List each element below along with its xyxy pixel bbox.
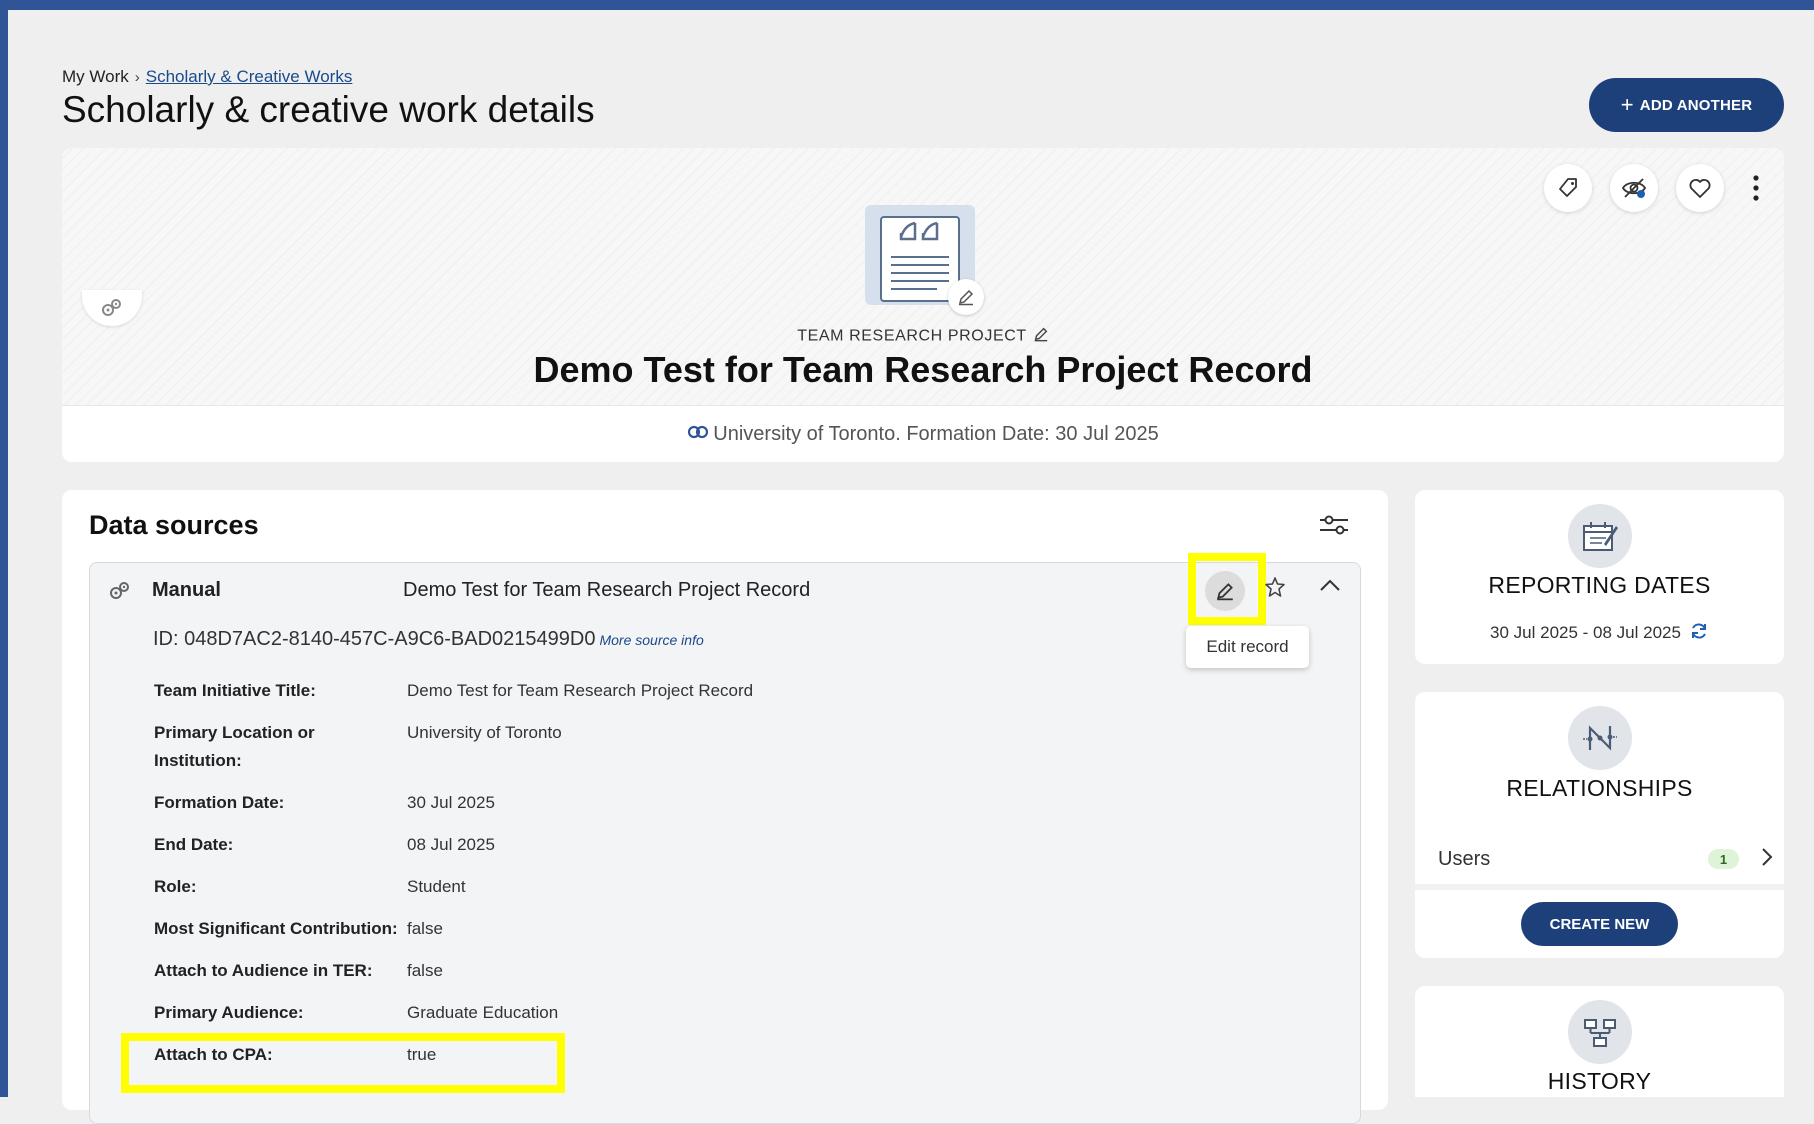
field-value: University of Toronto — [407, 723, 562, 742]
reporting-dates-card: REPORTING DATES 30 Jul 2025 - 08 Jul 202… — [1415, 490, 1784, 664]
partnership-icon — [687, 423, 709, 446]
record-summary-card: TEAM RESEARCH PROJECT Demo Test for Team… — [62, 148, 1784, 462]
source-id: ID: 048D7AC2-8140-457C-A9C6-BAD0215499D0… — [153, 628, 704, 651]
calendar-pencil-icon — [1568, 504, 1632, 568]
field-row: Primary Location or Institution: Univers… — [154, 719, 562, 775]
record-meta: University of Toronto. Formation Date: 3… — [62, 423, 1784, 446]
breadcrumb-root[interactable]: My Work — [62, 67, 129, 87]
field-row: Formation Date: 30 Jul 2025 — [154, 789, 495, 817]
create-new-button[interactable]: CREATE NEW — [1521, 902, 1678, 946]
users-label: Users — [1438, 847, 1491, 870]
plus-icon: + — [1620, 92, 1634, 117]
field-row: End Date: 08 Jul 2025 — [154, 831, 495, 859]
hide-visibility-icon[interactable] — [1610, 164, 1658, 212]
field-row: Primary Audience: Graduate Education — [154, 999, 558, 1027]
field-label: Attach to Audience in TER: — [154, 961, 373, 980]
chevron-up-icon[interactable] — [1318, 577, 1342, 598]
add-another-label: ADD ANOTHER — [1639, 96, 1753, 114]
field-label: Most Significant Contribution: — [154, 919, 398, 938]
divider — [1415, 884, 1784, 890]
attach-to-cpa-highlight — [121, 1033, 565, 1093]
reporting-dates-range: 30 Jul 2025 - 08 Jul 2025 — [1415, 621, 1784, 646]
field-label: End Date: — [154, 835, 234, 854]
refresh-icon[interactable] — [1689, 621, 1709, 646]
data-sources-card: Data sources Manual Demo Test for Team R… — [62, 490, 1388, 1124]
edit-type-pencil-icon[interactable] — [1033, 326, 1049, 347]
field-label: Primary Location or Institution: — [154, 723, 315, 770]
chevron-right-icon: › — [134, 68, 140, 86]
field-value: Graduate Education — [407, 1003, 559, 1022]
page-title: Scholarly & creative work details — [62, 89, 595, 130]
history-title: HISTORY — [1547, 1068, 1652, 1094]
field-value: 08 Jul 2025 — [407, 835, 495, 854]
edit-button-highlight — [1188, 553, 1266, 625]
star-icon[interactable] — [1264, 575, 1286, 604]
relationship-network-icon — [1568, 706, 1632, 770]
add-another-button[interactable]: + ADD ANOTHER — [1589, 78, 1784, 132]
relationships-title: RELATIONSHIPS — [1506, 775, 1693, 801]
field-row: Team Initiative Title: Demo Test for Tea… — [154, 677, 753, 705]
window-border-left — [0, 0, 8, 1097]
history-tree-icon — [1568, 1000, 1632, 1064]
edit-image-pencil-icon[interactable] — [948, 279, 984, 315]
field-row: Most Significant Contribution: false — [154, 915, 443, 943]
hero-actions — [1544, 164, 1770, 212]
field-label: Team Initiative Title: — [154, 681, 316, 700]
source-id-text: ID: 048D7AC2-8140-457C-A9C6-BAD0215499D0 — [153, 628, 596, 650]
window-border-top — [0, 0, 1814, 10]
record-type-label: TEAM RESEARCH PROJECT — [797, 327, 1027, 345]
breadcrumb: My Work › Scholarly & Creative Works — [62, 67, 352, 87]
field-value: false — [407, 919, 443, 938]
source-name: Manual — [152, 579, 221, 601]
field-value: 30 Jul 2025 — [407, 793, 495, 812]
breadcrumb-current-link[interactable]: Scholarly & Creative Works — [146, 67, 353, 87]
record-meta-text: University of Toronto. Formation Date: 3… — [713, 423, 1159, 445]
filter-sliders-icon[interactable] — [1318, 514, 1350, 541]
data-sources-heading: Data sources — [89, 510, 259, 540]
history-card: HISTORY — [1415, 986, 1784, 1097]
more-source-info-link[interactable]: More source info — [599, 632, 703, 648]
field-value: false — [407, 961, 443, 980]
chevron-right-icon — [1761, 847, 1773, 872]
more-options-icon[interactable] — [1742, 164, 1770, 212]
reporting-dates-title: REPORTING DATES — [1488, 572, 1711, 598]
field-label: Primary Audience: — [154, 1003, 304, 1022]
record-title: Demo Test for Team Research Project Reco… — [533, 349, 1313, 390]
field-value: Demo Test for Team Research Project Reco… — [407, 681, 754, 700]
field-row: Role: Student — [154, 873, 466, 901]
source-record-title: Demo Test for Team Research Project Reco… — [403, 579, 811, 601]
source-gears-icon — [108, 581, 132, 606]
heart-icon[interactable] — [1676, 164, 1724, 212]
reporting-dates-range-text: 30 Jul 2025 - 08 Jul 2025 — [1490, 622, 1681, 642]
field-label: Formation Date: — [154, 793, 285, 812]
relationship-users-row[interactable]: Users 1 — [1438, 842, 1773, 876]
users-count-badge: 1 — [1708, 849, 1739, 869]
edit-record-tooltip: Edit record — [1186, 626, 1309, 668]
record-type: TEAM RESEARCH PROJECT — [62, 326, 1784, 347]
relationships-card: RELATIONSHIPS Users 1 CREATE NEW — [1415, 692, 1784, 958]
tag-icon[interactable] — [1544, 164, 1592, 212]
field-label: Role: — [154, 877, 197, 896]
field-value: Student — [407, 877, 466, 896]
source-panel-manual: Manual Demo Test for Team Research Proje… — [89, 553, 1361, 1124]
field-row: Attach to Audience in TER: false — [154, 957, 443, 985]
